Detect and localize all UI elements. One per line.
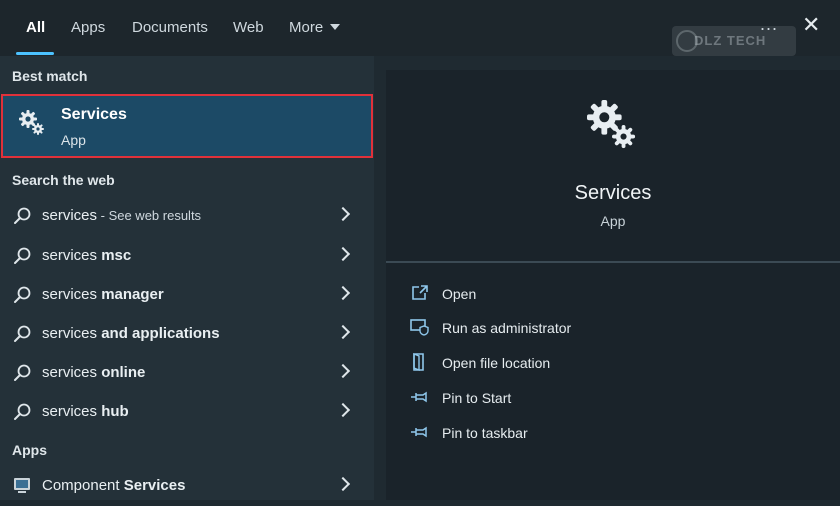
web-result-prefix: services	[42, 207, 98, 224]
gears-icon	[587, 100, 637, 155]
caret-down-icon	[330, 24, 341, 30]
watermark-logo: DLZ TECH	[672, 26, 796, 56]
tab-documents[interactable]: Documents	[132, 19, 208, 36]
chevron-right-icon	[335, 285, 351, 301]
action-label: Open	[442, 286, 477, 302]
web-result-item[interactable]: services and applications	[0, 315, 374, 354]
action-label: Pin to Start	[442, 390, 512, 406]
pin-icon	[410, 423, 430, 446]
tab-apps[interactable]: Apps	[71, 19, 105, 36]
web-result-bold: online	[101, 364, 146, 381]
web-result-prefix: services	[42, 325, 102, 342]
gears-icon	[19, 110, 45, 141]
chevron-right-icon	[335, 206, 351, 222]
apps-heading: Apps	[12, 442, 47, 458]
app-result-prefix: Component	[42, 477, 124, 494]
chevron-right-icon	[335, 363, 351, 379]
file-location-icon	[410, 352, 430, 376]
web-result-bold: and applications	[101, 325, 220, 342]
action-label: Run as administrator	[442, 320, 572, 336]
tab-more-label: More	[289, 19, 324, 36]
results-panel: Best match Services App Search the web s…	[0, 56, 374, 500]
app-result-component-services[interactable]: Component Services	[0, 467, 374, 506]
pin-icon	[410, 388, 430, 411]
web-result-item[interactable]: services - See web results	[0, 197, 374, 236]
component-services-icon	[12, 475, 32, 500]
search-icon	[12, 206, 32, 231]
web-result-bold: manager	[101, 286, 164, 303]
web-result-item[interactable]: services online	[0, 354, 374, 393]
close-button[interactable]: ✕	[802, 12, 820, 38]
search-icon	[12, 402, 32, 427]
search-icon	[12, 246, 32, 271]
chevron-right-icon	[335, 246, 351, 262]
action-label: Open file location	[442, 355, 551, 371]
search-web-heading: Search the web	[12, 172, 115, 188]
app-result-bold: Services	[123, 477, 186, 494]
chevron-right-icon	[335, 402, 351, 418]
web-result-prefix: services	[42, 403, 102, 420]
shield-admin-icon	[410, 318, 430, 341]
active-tab-indicator	[16, 52, 54, 55]
action-label: Pin to taskbar	[442, 425, 528, 441]
best-match-services[interactable]: Services App	[1, 94, 373, 158]
watermark-circle-icon	[676, 30, 698, 52]
web-result-bold: hub	[101, 403, 129, 420]
web-result-prefix: services	[42, 247, 102, 264]
action-pin-to-taskbar[interactable]: Pin to taskbar	[410, 421, 810, 447]
detail-title: Services	[574, 182, 652, 204]
action-run-as-administrator[interactable]: Run as administrator	[410, 316, 810, 342]
detail-subtitle: App	[600, 213, 626, 229]
web-result-suffix: - See web results	[97, 208, 202, 223]
web-result-item[interactable]: services msc	[0, 237, 374, 276]
search-icon	[12, 363, 32, 388]
tab-all[interactable]: All	[26, 19, 45, 36]
open-icon	[410, 284, 430, 307]
divider	[386, 261, 840, 263]
chevron-right-icon	[335, 324, 351, 340]
watermark-text: DLZ TECH	[694, 33, 767, 48]
web-result-prefix: services	[42, 286, 102, 303]
tab-web[interactable]: Web	[233, 19, 264, 36]
search-tabs-bar: All Apps Documents Web More ... ✕ DLZ TE…	[0, 0, 840, 56]
action-open-file-location[interactable]: Open file location	[410, 351, 810, 377]
search-icon	[12, 285, 32, 310]
web-result-prefix: services	[42, 364, 102, 381]
best-match-subtitle: App	[61, 132, 86, 148]
action-open[interactable]: Open	[410, 282, 810, 308]
best-match-title: Services	[61, 106, 127, 123]
chevron-right-icon	[335, 476, 351, 492]
search-icon	[12, 324, 32, 349]
web-result-item[interactable]: services manager	[0, 276, 374, 315]
best-match-heading: Best match	[12, 68, 88, 84]
web-result-item[interactable]: services hub	[0, 393, 374, 432]
tab-more[interactable]: More	[289, 19, 341, 36]
web-result-bold: msc	[101, 247, 132, 264]
detail-panel: Services App Open Run as administrator O…	[386, 70, 840, 500]
action-pin-to-start[interactable]: Pin to Start	[410, 386, 810, 412]
